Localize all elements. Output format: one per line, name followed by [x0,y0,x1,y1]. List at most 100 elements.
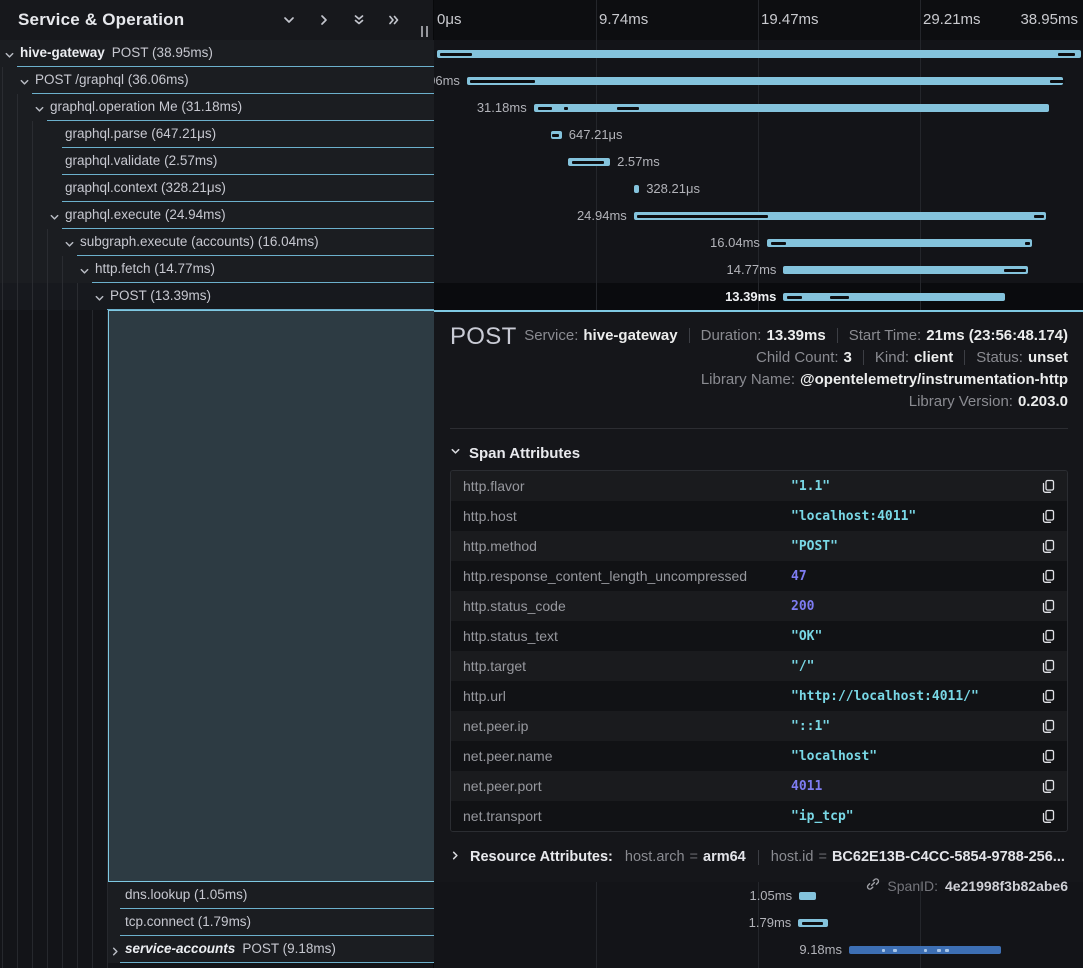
span-tree-panel: Service & Operation hive-gatewayPOST (38… [0,0,434,968]
span-timeline-row[interactable]: 9.18ms [434,936,1083,963]
collapse-all-icon[interactable] [352,13,366,27]
copy-icon[interactable] [1033,629,1055,644]
attribute-value: "POST" [791,539,1033,554]
span-tree-row[interactable]: graphql.parse (647.21μs) [0,121,434,148]
span-bar[interactable] [783,293,1004,301]
axis-tick-label: 9.74ms [599,0,648,40]
copy-icon[interactable] [1033,539,1055,554]
span-tree-row[interactable]: http.fetch (14.77ms) [0,256,434,283]
meta-label: Status: [976,349,1023,366]
span-timeline-row[interactable]: 24.94ms [434,202,1083,229]
span-tree-row[interactable]: tcp.connect (1.79ms) [108,909,434,936]
copy-icon[interactable] [1033,599,1055,614]
span-tree-row[interactable]: service-accountsPOST (9.18ms) [108,936,434,963]
attribute-value: "localhost" [791,749,1033,764]
attribute-row: net.peer.port4011 [451,771,1067,801]
span-label: http.fetch (14.77ms) [95,256,215,282]
operation-name: graphql.parse (647.21μs) [65,126,216,141]
axis-tick-label: 38.95ms [1020,0,1078,40]
span-bar[interactable] [467,77,1063,85]
span-tree-row[interactable]: graphql.operation Me (31.18ms) [0,94,434,121]
meta-label: Duration: [701,327,762,344]
attribute-row: http.flavor"1.1" [451,471,1067,501]
span-timeline-row[interactable]: 647.21μs [434,121,1083,148]
child-span-mark [893,949,897,952]
span-tree-row[interactable]: POST (13.39ms) [0,283,434,310]
tree-rows-top: hive-gatewayPOST (38.95ms)POST /graphql … [0,40,434,310]
span-bar[interactable] [437,50,1081,58]
expand-all-icon[interactable] [387,13,401,27]
span-timeline-row[interactable]: 2.57ms [434,148,1083,175]
span-timeline-row[interactable]: 31.18ms [434,94,1083,121]
attribute-key: http.url [463,688,791,704]
attribute-row: http.status_code200 [451,591,1067,621]
panel-resize-grip[interactable] [421,26,428,37]
span-title: POST [450,324,517,350]
child-span-mark [1025,242,1030,245]
span-bar[interactable] [767,239,1032,247]
copy-icon[interactable] [1033,719,1055,734]
chevron-down-icon[interactable] [19,75,30,86]
chevron-down-icon[interactable] [94,291,105,302]
span-timeline-row[interactable]: 328.21μs [434,175,1083,202]
detail-divider [450,428,1068,429]
span-label: graphql.operation Me (31.18ms) [50,94,242,120]
attribute-value: "::1" [791,719,1033,734]
span-tree-row[interactable]: graphql.execute (24.94ms) [0,202,434,229]
equals-sign: = [818,849,826,865]
span-tree-row[interactable]: dns.lookup (1.05ms) [108,882,434,909]
resource-attributes-toggle[interactable]: Resource Attributes: host.arch=arm64host… [450,849,1068,865]
link-icon[interactable] [866,877,880,894]
chevron-down-icon[interactable] [79,264,90,275]
attribute-value: 200 [791,599,1033,614]
chevron-down-icon[interactable] [49,210,60,221]
span-timeline-row[interactable]: 13.39ms [434,283,1083,310]
span-duration-label: 9.18ms [799,936,842,963]
copy-icon[interactable] [1033,509,1055,524]
copy-icon[interactable] [1033,659,1055,674]
span-tree-row[interactable]: POST /graphql (36.06ms) [0,67,434,94]
span-label: POST /graphql (36.06ms) [35,67,189,93]
span-tree-row[interactable]: hive-gatewayPOST (38.95ms) [0,40,434,67]
span-bar[interactable] [534,104,1050,112]
span-label: graphql.validate (2.57ms) [65,148,217,174]
copy-icon[interactable] [1033,809,1055,824]
indent-guides [0,229,50,256]
span-attributes-toggle[interactable]: Span Attributes [450,441,1068,465]
collapse-one-icon[interactable] [282,13,296,27]
chevron-down-icon[interactable] [34,102,45,113]
span-tree-row[interactable]: graphql.context (328.21μs) [0,175,434,202]
span-timeline-row[interactable]: 38.95ms [434,40,1083,67]
copy-icon[interactable] [1033,569,1055,584]
meta-value: 3 [844,349,852,366]
span-duration-label: 1.79ms [749,909,792,936]
child-span-mark [937,949,941,952]
resource-value: arm64 [703,849,746,865]
child-span-mark [1004,269,1026,272]
span-bar[interactable] [634,185,639,193]
span-label: POST (13.39ms) [110,283,211,309]
attribute-key: http.flavor [463,478,791,494]
copy-icon[interactable] [1033,689,1055,704]
indent-guides [0,148,35,175]
span-timeline-row[interactable]: 36.06ms [434,67,1083,94]
span-tree-row[interactable]: subgraph.execute (accounts) (16.04ms) [0,229,434,256]
meta-value: 21ms (23:56:48.174) [926,327,1068,344]
span-timeline-row[interactable]: 16.04ms [434,229,1083,256]
child-span-mark [1050,80,1065,83]
span-duration-label: 2.57ms [617,148,660,175]
attribute-value: "1.1" [791,479,1033,494]
span-tree-row[interactable]: graphql.validate (2.57ms) [0,148,434,175]
attribute-value: "http://localhost:4011/" [791,689,1033,704]
copy-icon[interactable] [1033,479,1055,494]
copy-icon[interactable] [1033,779,1055,794]
chevron-right-icon[interactable] [110,944,121,955]
expand-one-icon[interactable] [317,13,331,27]
span-timeline-row[interactable]: 14.77ms [434,256,1083,283]
copy-icon[interactable] [1033,749,1055,764]
span-timeline-row[interactable]: 1.79ms [434,909,1083,936]
chevron-down-icon[interactable] [4,48,15,59]
chevron-down-icon[interactable] [64,237,75,248]
span-label: tcp.connect (1.79ms) [125,909,251,935]
span-bar[interactable] [783,266,1027,274]
